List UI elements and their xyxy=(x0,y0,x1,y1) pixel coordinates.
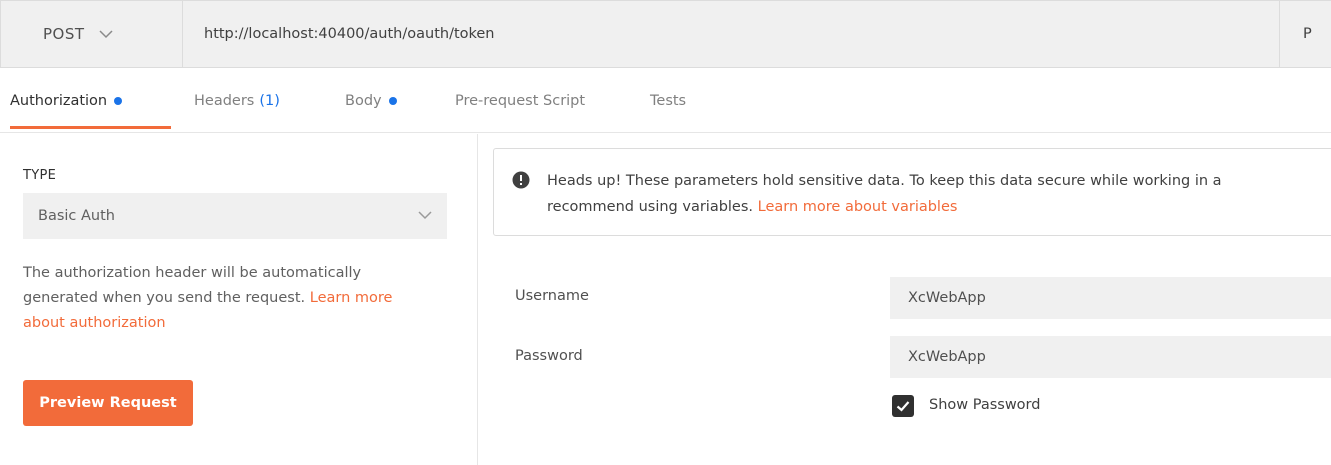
tab-label: Tests xyxy=(650,92,687,109)
tab-label: Authorization xyxy=(10,92,108,109)
method-select[interactable]: POST xyxy=(0,0,183,68)
tab-body[interactable]: Body xyxy=(345,68,397,133)
request-bar: POST http://localhost:40400/auth/oauth/t… xyxy=(0,0,1331,68)
chevron-down-icon xyxy=(418,211,432,220)
authorization-dot-icon xyxy=(114,96,123,105)
check-icon xyxy=(896,401,910,412)
headers-count: (1) xyxy=(259,92,280,109)
sensitive-data-alert: Heads up! These parameters hold sensitiv… xyxy=(493,148,1331,236)
tab-authorization[interactable]: Authorization xyxy=(10,68,123,133)
username-label: Username xyxy=(515,288,589,304)
show-password-checkbox[interactable] xyxy=(892,395,914,417)
password-input[interactable]: XcWebApp xyxy=(890,336,1331,378)
alert-line-2: recommend using variables. Learn more ab… xyxy=(547,194,1331,220)
learn-more-variables-link[interactable]: Learn more about variables xyxy=(758,199,958,215)
tab-label: Pre-request Script xyxy=(455,92,586,109)
alert-line-2-text: recommend using variables. xyxy=(547,199,754,215)
preview-request-button[interactable]: Preview Request xyxy=(23,380,193,426)
password-label: Password xyxy=(515,348,583,364)
auth-type-value: Basic Auth xyxy=(38,208,115,224)
type-label: TYPE xyxy=(23,168,57,183)
url-input[interactable]: http://localhost:40400/auth/oauth/token xyxy=(182,0,1280,68)
tab-headers[interactable]: Headers (1) xyxy=(194,68,280,133)
tab-label: Headers xyxy=(194,92,255,109)
active-tab-underline xyxy=(10,126,171,129)
alert-line-1: Heads up! These parameters hold sensitiv… xyxy=(547,173,1222,189)
show-password-label: Show Password xyxy=(929,397,1041,413)
tab-pre-request-script[interactable]: Pre-request Script xyxy=(455,68,585,133)
tab-label: Body xyxy=(345,92,382,109)
params-label: P xyxy=(1303,26,1312,42)
body-dot-icon xyxy=(388,96,397,105)
auth-description: The authorization header will be automat… xyxy=(23,261,423,336)
method-label: POST xyxy=(43,25,85,43)
auth-type-select[interactable]: Basic Auth xyxy=(23,193,447,239)
tab-tests[interactable]: Tests xyxy=(650,68,686,133)
url-text: http://localhost:40400/auth/oauth/token xyxy=(204,26,495,42)
alert-text: Heads up! These parameters hold sensitiv… xyxy=(547,168,1331,220)
auth-type-panel: TYPE Basic Auth The authorization header… xyxy=(0,134,478,465)
params-button[interactable]: P xyxy=(1279,0,1331,68)
chevron-down-icon xyxy=(99,29,113,38)
request-tabs: Authorization Headers (1) Body Pre-reque… xyxy=(0,68,1331,133)
info-icon xyxy=(512,171,530,189)
username-input[interactable]: XcWebApp xyxy=(890,277,1331,319)
